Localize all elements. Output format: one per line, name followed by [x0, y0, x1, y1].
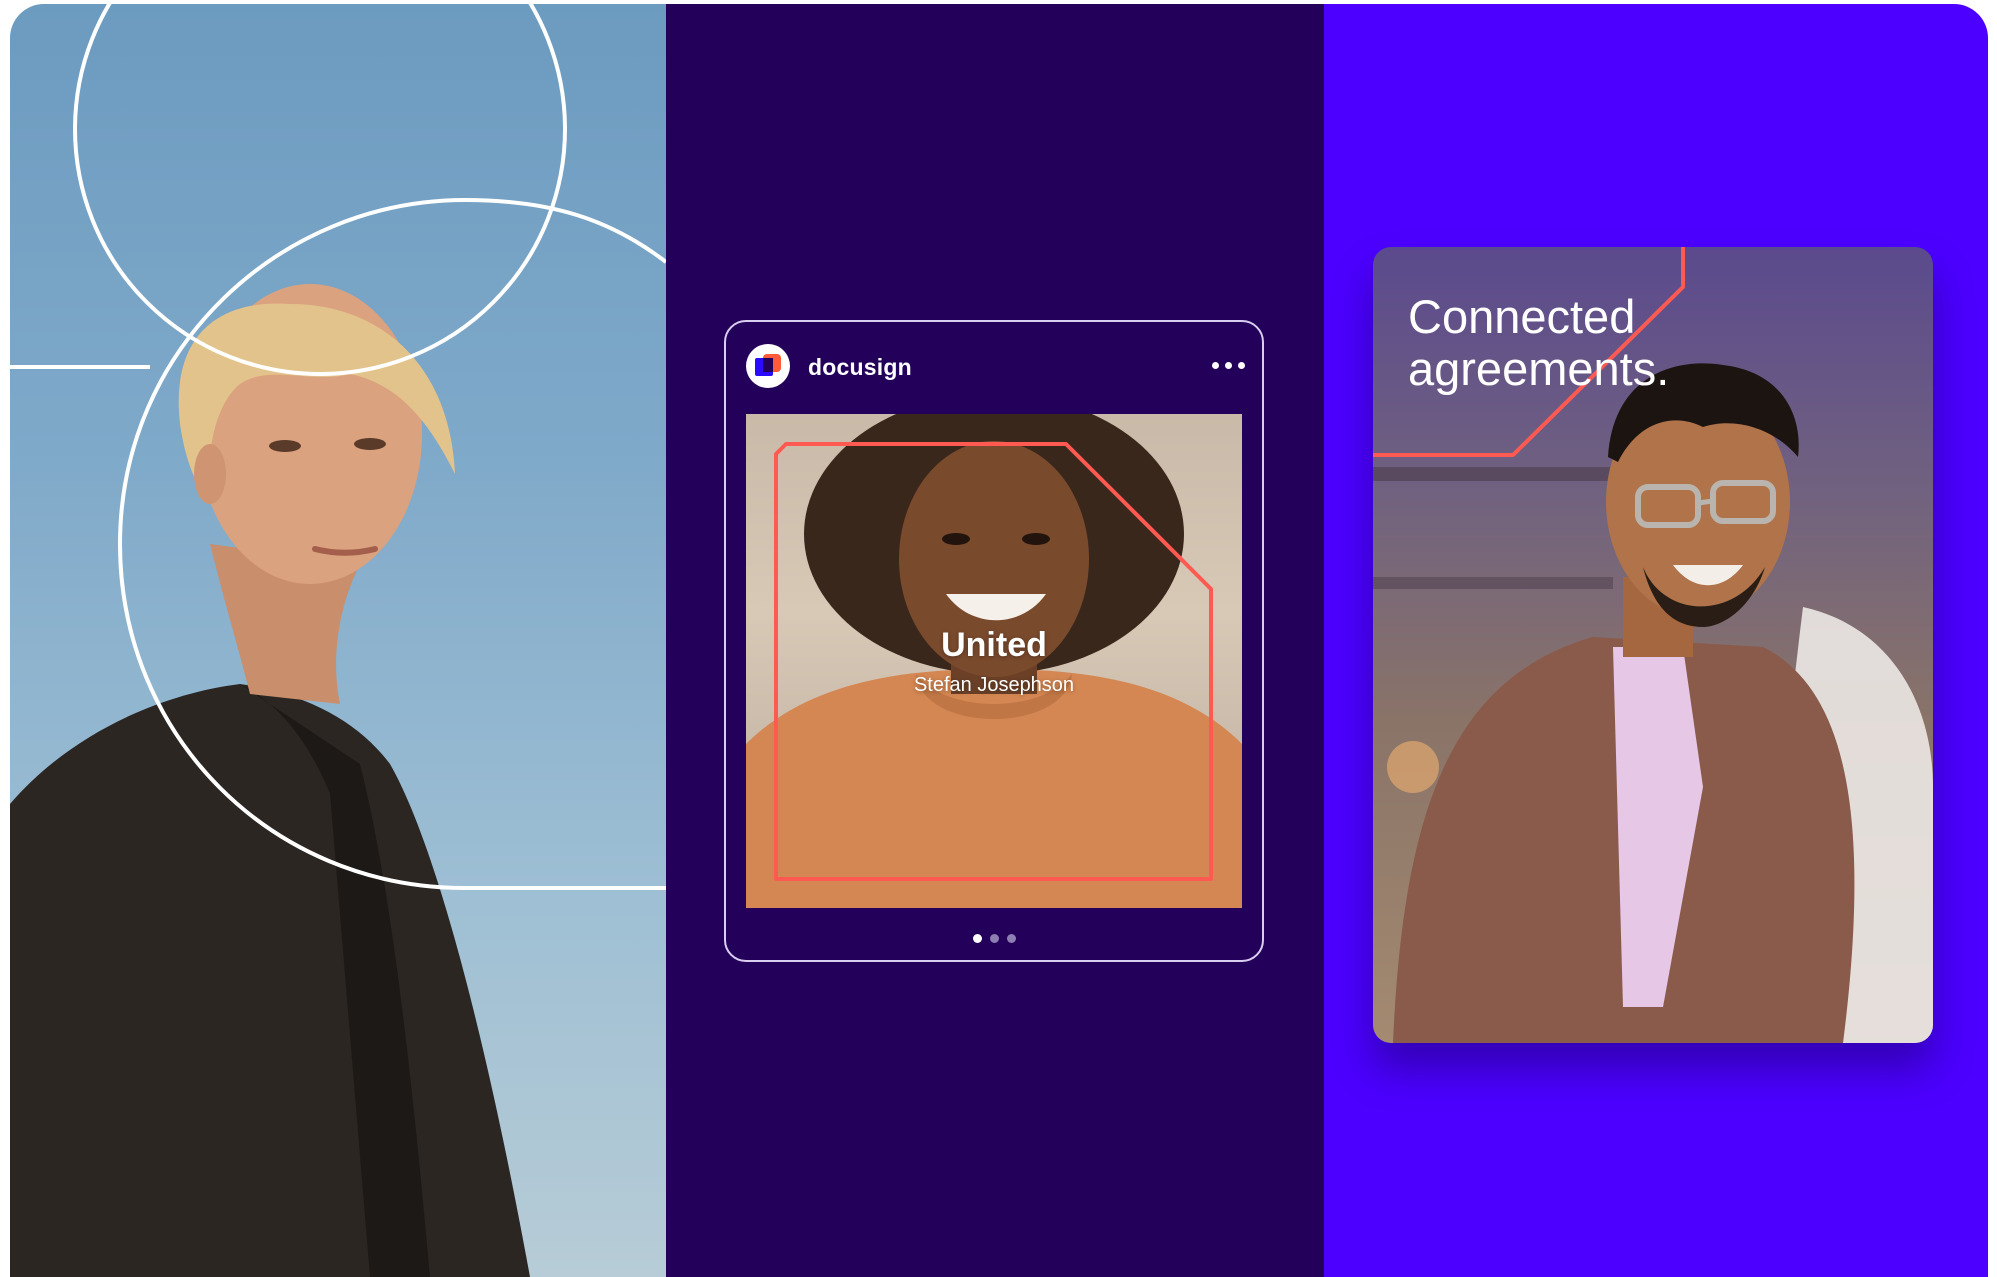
ad-headline-line-2: agreements. [1408, 342, 1670, 395]
social-post-panel: docusign United Stefan Josephson [666, 4, 1324, 1277]
carousel-pager [726, 930, 1262, 948]
post-image-title: United [941, 626, 1047, 664]
hero-collage: docusign United Stefan Josephson Connect… [10, 4, 1988, 1277]
decorative-rings [10, 4, 666, 890]
social-post-card[interactable]: docusign United Stefan Josephson [724, 320, 1264, 962]
post-image: United Stefan Josephson [746, 414, 1242, 908]
pager-dot[interactable] [972, 934, 982, 943]
docusign-logo-icon [755, 354, 781, 376]
portrait-panel [10, 4, 666, 1277]
post-header: docusign [746, 344, 1246, 390]
brand-name[interactable]: docusign [808, 354, 912, 381]
more-horizontal-icon[interactable] [1212, 358, 1246, 372]
pager-dot[interactable] [989, 934, 999, 943]
ad-card[interactable]: Connected agreements. [1373, 247, 1933, 1043]
ad-headline-line-1: Connected [1408, 290, 1636, 343]
post-image-subtitle: Stefan Josephson [913, 674, 1075, 696]
brand-avatar[interactable] [746, 344, 790, 388]
ad-headline: Connected agreements. [1408, 291, 1708, 395]
pager-dot[interactable] [1006, 934, 1016, 943]
ad-panel: Connected agreements. [1324, 4, 1988, 1277]
